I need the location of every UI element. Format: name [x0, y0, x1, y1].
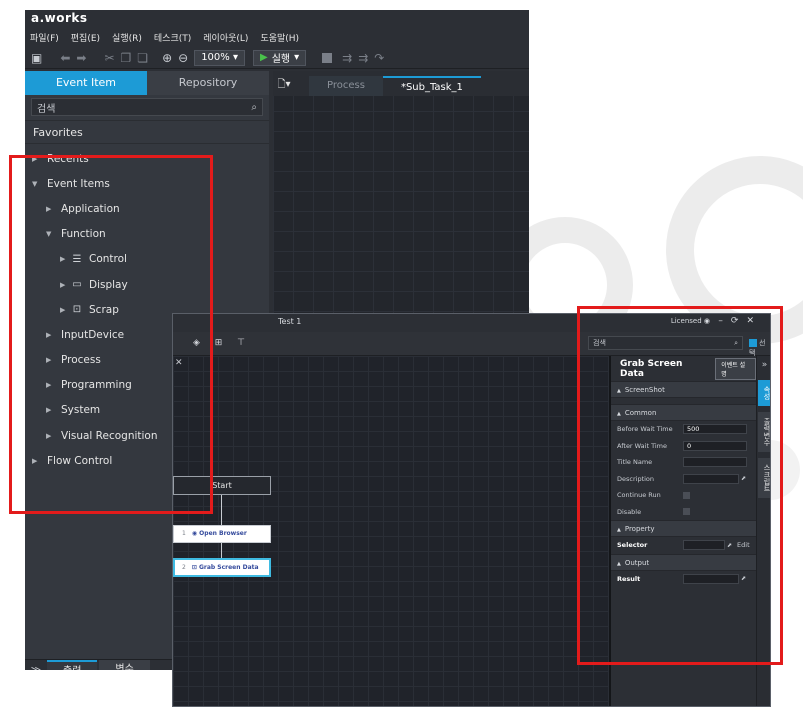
- connector: [221, 495, 222, 525]
- search-placeholder: 검색: [37, 103, 56, 115]
- tab-output[interactable]: 출력: [47, 660, 98, 670]
- app-title: a.works: [25, 10, 529, 27]
- back-icon[interactable]: ⬅: [60, 49, 70, 67]
- task-canvas[interactable]: ✕ Start 1 ◉ Open Browser 2 ⊡ Grab Screen D…: [173, 356, 609, 706]
- tab-process[interactable]: Process: [309, 76, 383, 96]
- new-document-icon[interactable]: 🗋▾: [273, 74, 295, 96]
- copy-icon[interactable]: ❐: [121, 49, 132, 67]
- cut-icon[interactable]: ✂: [104, 49, 114, 67]
- save-icon[interactable]: ▣: [31, 49, 42, 67]
- step-out-icon[interactable]: ↷: [374, 49, 384, 67]
- tab-event-item[interactable]: Event Item: [25, 71, 147, 95]
- step-over-icon[interactable]: ⇉: [342, 49, 352, 67]
- zoom-value: 100%: [201, 52, 230, 63]
- grab-screen-data-node[interactable]: 2 ⊡ Grab Screen Data: [173, 558, 271, 577]
- step-into-icon[interactable]: ⇉: [358, 49, 368, 67]
- highlight-box: [9, 155, 213, 514]
- menu-layout[interactable]: 레이아웃(L): [203, 31, 248, 44]
- menu-task[interactable]: 테스크(T): [154, 31, 191, 44]
- search-input[interactable]: 검색 ⌕: [31, 98, 263, 116]
- zoom-select[interactable]: 100% ▾: [194, 49, 245, 66]
- zoom-out-icon[interactable]: ⊖: [178, 49, 188, 67]
- tab-sub-task[interactable]: *Sub_Task_1: [382, 76, 481, 96]
- menu-edit[interactable]: 편집(E): [71, 31, 100, 44]
- menu-help[interactable]: 도움말(H): [260, 31, 299, 44]
- menu-file[interactable]: 파일(F): [30, 31, 59, 44]
- collapse-icon[interactable]: ≫: [25, 665, 47, 671]
- zoom-in-icon[interactable]: ⊕: [162, 49, 172, 67]
- favorites-section[interactable]: Favorites: [25, 120, 269, 144]
- chevron-down-icon: ▾: [294, 52, 300, 63]
- forward-icon[interactable]: ➡: [76, 49, 86, 67]
- menu-bar: 파일(F) 편집(E) 실행(R) 테스크(T) 레이아웃(L) 도움말(H): [25, 27, 529, 47]
- toolbar: ▣ ⬅ ➡ ✂ ❐ ❏ ⊕ ⊖ 100% ▾ ▶ 실행 ▾ ⇉ ⇉ ↷: [25, 47, 529, 69]
- menu-run[interactable]: 실행(R): [112, 31, 142, 44]
- tab-variables[interactable]: 변수: [99, 660, 150, 670]
- chevron-down-icon: ▾: [232, 52, 238, 63]
- search-icon: ⌕: [251, 101, 257, 113]
- play-icon: ▶: [260, 52, 268, 63]
- paste-icon[interactable]: ❏: [137, 49, 148, 67]
- window-title: Test 1: [278, 317, 302, 326]
- tab-repository[interactable]: Repository: [147, 71, 269, 95]
- browser-icon: ◉: [191, 530, 198, 537]
- stop-icon[interactable]: [322, 52, 333, 63]
- run-button[interactable]: ▶ 실행 ▾: [253, 49, 307, 66]
- scrap-icon: ⊡: [191, 564, 197, 571]
- open-browser-node[interactable]: 1 ◉ Open Browser: [173, 525, 271, 543]
- connector: [221, 543, 222, 558]
- highlight-box: [577, 306, 783, 665]
- run-label: 실행: [271, 54, 291, 65]
